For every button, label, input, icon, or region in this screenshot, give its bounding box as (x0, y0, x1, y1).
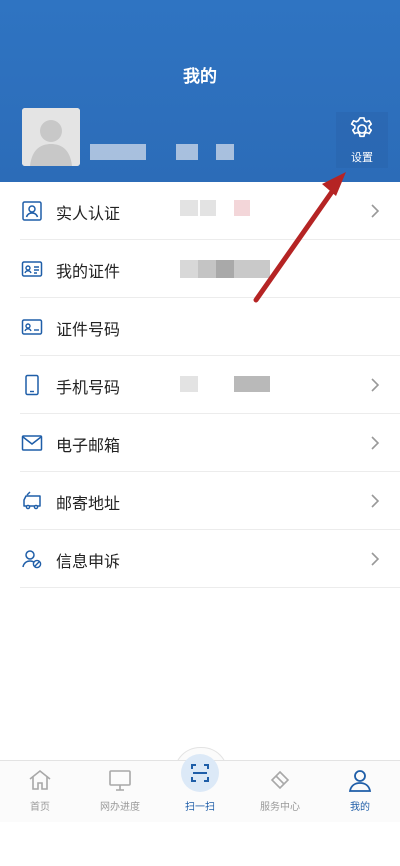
menu-item-label: 我的证件 (56, 262, 121, 281)
scan-button[interactable] (181, 754, 219, 792)
menu-item-phone-number[interactable]: 手机号码 (0, 356, 400, 414)
user-appeal-icon (22, 550, 42, 569)
gear-icon (350, 117, 373, 138)
id-number-icon (21, 319, 43, 335)
person-card-icon (22, 201, 42, 221)
menu-item-real-name-auth[interactable]: 实人认证 (0, 182, 400, 240)
tab-home[interactable]: 首页 (0, 761, 80, 823)
tab-label: 首页 (30, 802, 50, 813)
chevron-right-icon (371, 494, 380, 508)
monitor-icon (109, 770, 131, 791)
menu-item-label: 证件号码 (56, 320, 121, 339)
user-icon (348, 770, 372, 792)
username-blurred (90, 144, 146, 160)
menu-item-email[interactable]: 电子邮箱 (0, 414, 400, 472)
home-icon (29, 769, 51, 790)
menu-item-id-number[interactable]: 证件号码 (0, 298, 400, 356)
bottom-safe-area (0, 822, 400, 866)
redacted-value (234, 200, 250, 216)
id-card-icon (21, 261, 43, 277)
chevron-right-icon (371, 378, 380, 392)
menu-item-info-appeal[interactable]: 信息申诉 (0, 530, 400, 588)
mail-icon (21, 435, 43, 451)
profile-menu: 实人认证 我的证件 证件号码 手机号码 电子邮箱 邮寄地址 信息申诉 (0, 182, 400, 602)
phone-icon (25, 374, 39, 396)
truck-icon (23, 491, 41, 510)
chevron-right-icon (371, 552, 380, 566)
avatar[interactable] (22, 108, 80, 166)
settings-button[interactable]: 设置 (336, 112, 388, 168)
tab-label: 我的 (350, 802, 370, 813)
redacted-value (234, 376, 270, 392)
service-icon (270, 770, 290, 790)
menu-item-label: 信息申诉 (56, 552, 121, 571)
menu-item-label: 电子邮箱 (56, 436, 121, 455)
redacted-value (200, 200, 216, 216)
username-blurred (216, 144, 234, 160)
tab-service-center[interactable]: 服务中心 (240, 761, 320, 823)
menu-item-my-documents[interactable]: 我的证件 (0, 240, 400, 298)
avatar-placeholder-icon (22, 108, 80, 166)
tab-label: 扫一扫 (185, 802, 215, 813)
menu-item-label: 手机号码 (56, 378, 121, 397)
tab-label: 网办进度 (100, 802, 140, 813)
chevron-right-icon (371, 436, 380, 450)
menu-item-mailing-address[interactable]: 邮寄地址 (0, 472, 400, 530)
scan-icon (191, 764, 209, 782)
menu-item-label: 邮寄地址 (56, 494, 121, 513)
redacted-value (180, 376, 198, 392)
settings-label: 设置 (351, 151, 373, 164)
tab-online-progress[interactable]: 网办进度 (80, 761, 160, 823)
redacted-value (180, 260, 270, 278)
menu-item-label: 实人认证 (56, 204, 121, 223)
redacted-value (180, 200, 198, 216)
chevron-right-icon (371, 204, 380, 218)
tab-label: 服务中心 (260, 802, 300, 813)
page-title: 我的 (183, 67, 217, 87)
tab-mine[interactable]: 我的 (320, 761, 400, 823)
profile-header: 我的 设置 (0, 0, 400, 182)
username-blurred (176, 144, 198, 160)
